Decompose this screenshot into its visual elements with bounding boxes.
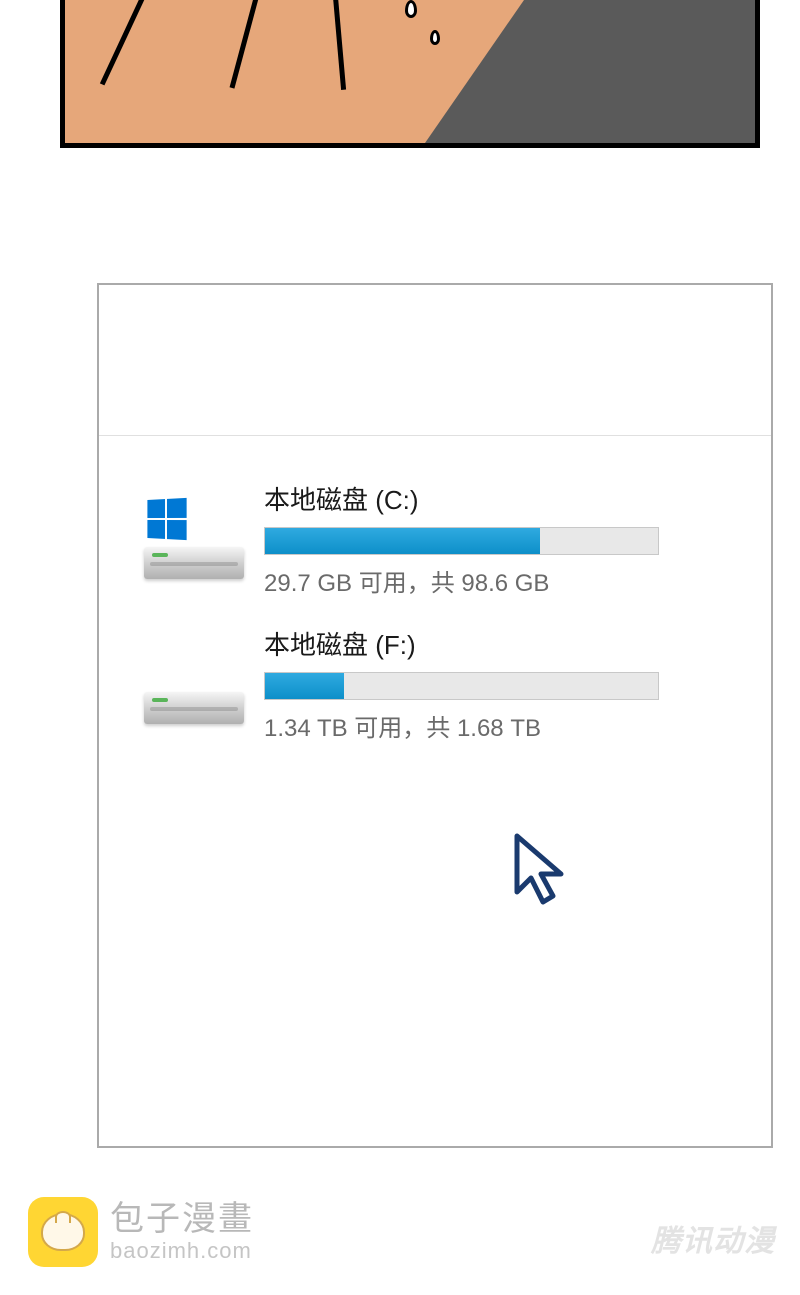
baozi-title: 包子漫畫 — [110, 1201, 254, 1238]
drive-usage-bar — [264, 672, 659, 700]
watermark-tencent: 腾讯动漫 — [651, 1216, 775, 1260]
file-explorer-window: 本地磁盘 (C:) 29.7 GB 可用，共 98.6 GB 本地磁盘 (F:)… — [97, 283, 773, 1148]
drive-item-c[interactable]: 本地磁盘 (C:) 29.7 GB 可用，共 98.6 GB — [144, 480, 659, 598]
drive-label: 本地磁盘 (C:) — [264, 480, 659, 517]
drive-icon-c — [144, 499, 244, 579]
drive-usage-fill — [265, 528, 540, 554]
windows-logo-icon — [147, 498, 186, 540]
cursor-pointer-icon — [509, 830, 569, 910]
comic-panel-artwork — [60, 0, 760, 148]
divider — [99, 435, 771, 436]
drive-status: 1.34 TB 可用，共 1.68 TB — [264, 708, 659, 743]
drive-label: 本地磁盘 (F:) — [264, 625, 659, 662]
baozi-url: baozimh.com — [110, 1239, 254, 1263]
drive-usage-bar — [264, 527, 659, 555]
drive-icon-f — [144, 644, 244, 724]
baozi-logo-icon — [28, 1197, 98, 1267]
drive-item-f[interactable]: 本地磁盘 (F:) 1.34 TB 可用，共 1.68 TB — [144, 625, 659, 743]
watermark-baozi: 包子漫畫 baozimh.com — [28, 1197, 254, 1267]
drive-status: 29.7 GB 可用，共 98.6 GB — [264, 563, 659, 598]
drive-usage-fill — [265, 673, 344, 699]
